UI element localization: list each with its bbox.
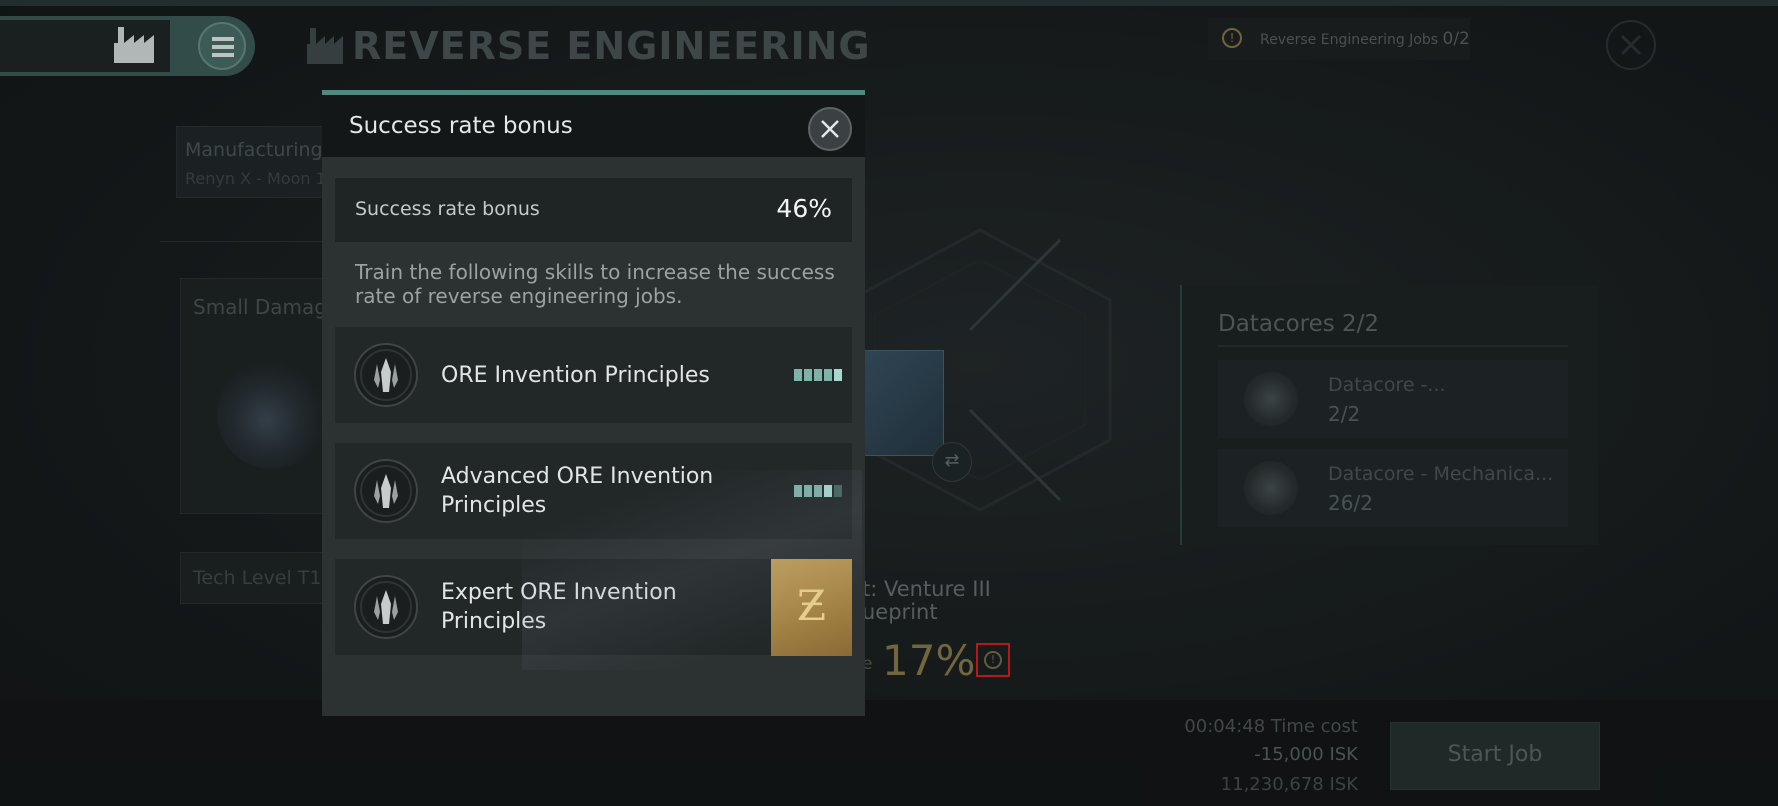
skill-row[interactable]: Expert ORE Invention Principles Ƶ bbox=[335, 559, 852, 656]
level-pip bbox=[804, 369, 812, 381]
level-pip bbox=[794, 369, 802, 381]
modal-header: Success rate bonus bbox=[322, 95, 865, 157]
level-pip bbox=[794, 485, 802, 497]
level-pip bbox=[824, 369, 832, 381]
modal-close-button[interactable] bbox=[808, 107, 852, 151]
skill-name: Advanced ORE Invention Principles bbox=[441, 464, 714, 518]
modal-backdrop[interactable] bbox=[0, 0, 1778, 806]
omega-icon: Ƶ bbox=[796, 581, 827, 630]
skill-row[interactable]: ORE Invention Principles bbox=[335, 327, 852, 423]
close-icon bbox=[821, 120, 839, 138]
level-pip bbox=[814, 369, 822, 381]
success-rate-bonus-row: Success rate bonus 46% bbox=[335, 178, 852, 242]
level-pip bbox=[834, 369, 842, 381]
level-pip bbox=[824, 485, 832, 497]
modal-description: Train the following skills to increase t… bbox=[355, 260, 835, 308]
skill-level-pips bbox=[794, 485, 842, 497]
success-rate-bonus-value: 46% bbox=[776, 194, 832, 223]
skill-icon bbox=[354, 343, 418, 407]
modal-title: Success rate bonus bbox=[349, 113, 573, 139]
skill-name: ORE Invention Principles bbox=[441, 362, 710, 388]
skill-level-pips bbox=[794, 369, 842, 381]
level-pip bbox=[834, 485, 842, 497]
level-pip bbox=[814, 485, 822, 497]
success-rate-bonus-label: Success rate bonus bbox=[355, 198, 540, 220]
skill-icon bbox=[354, 459, 418, 523]
skill-name: Expert ORE Invention Principles bbox=[441, 580, 677, 634]
skill-row[interactable]: Advanced ORE Invention Principles bbox=[335, 443, 852, 539]
success-rate-bonus-modal: Success rate bonus Success rate bonus 46… bbox=[322, 90, 865, 716]
omega-badge[interactable]: Ƶ bbox=[771, 559, 852, 656]
level-pip bbox=[804, 485, 812, 497]
skill-icon bbox=[354, 575, 418, 639]
